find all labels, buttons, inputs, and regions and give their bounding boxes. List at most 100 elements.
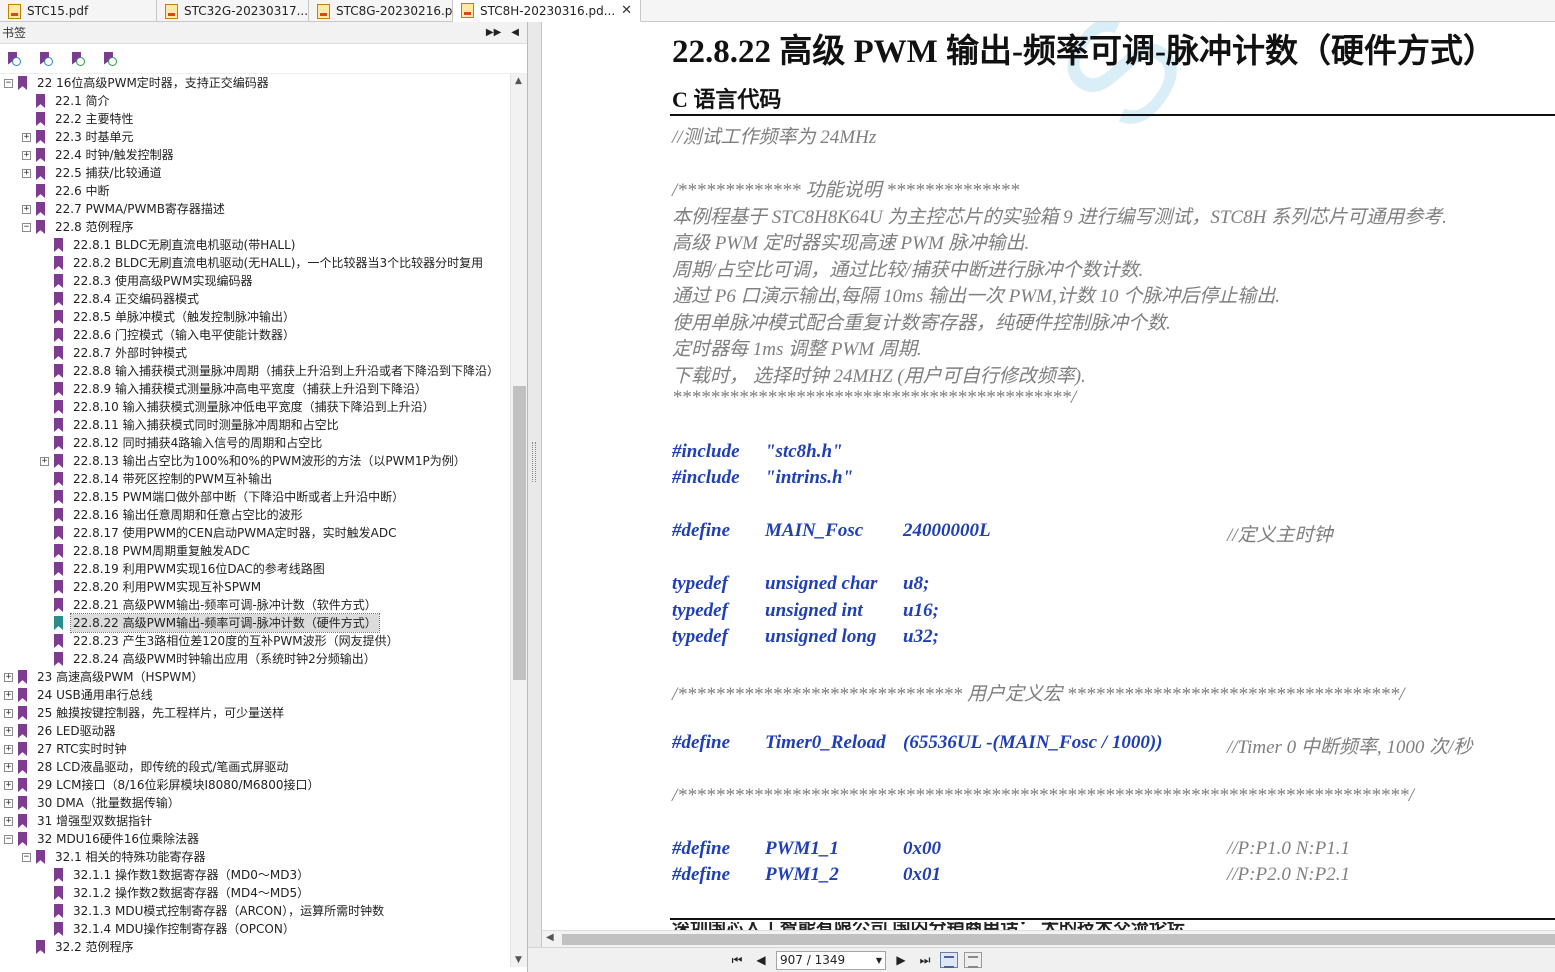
expand-icon[interactable]: + [40,456,49,466]
find-bookmark-icon[interactable] [36,50,54,68]
collapse-icon[interactable]: − [22,852,31,862]
expand-icon[interactable]: + [22,168,31,178]
bookmark-item[interactable]: 22.8.23 产生3路相位差120度的互补PWM波形（网友提供） [40,632,401,650]
chevron-down-icon[interactable]: ▼ [876,956,882,965]
expand-icon[interactable]: + [4,744,13,754]
document-tab-stc8h[interactable]: STC8H-20230316.pd... ✕ [453,0,641,22]
expand-icon[interactable]: + [4,762,13,772]
bookmark-item[interactable]: +23 高速高级PWM（HSPWM） [4,668,206,686]
expand-icon[interactable]: + [22,150,31,160]
collapse-icon[interactable]: − [4,78,13,88]
bookmark-item[interactable]: +28 LCD液晶驱动，即传统的段式/笔画式屏驱动 [4,758,290,776]
bookmark-item[interactable]: 22.2 主要特性 [22,110,136,128]
bookmark-item[interactable]: +22.4 时钟/触发控制器 [22,146,176,164]
bookmark-item[interactable]: +30 DMA（批量数据传输） [4,794,182,812]
bookmarks-scrollbar[interactable]: ▲ ▼ [510,74,527,967]
document-view[interactable]: STC MC 22.8.22 高级 PWM 输出-频率可调-脉冲计数（硬件方式）… [542,22,1555,930]
bookmark-item[interactable]: +31 增强型双数据指针 [4,812,154,830]
continuous-view-icon[interactable] [940,952,958,968]
bookmark-item[interactable]: 22.8.1 BLDC无刷直流电机驱动(带HALL) [40,236,298,254]
add-bookmark-icon[interactable] [68,50,86,68]
bookmark-item[interactable]: +27 RTC实时时钟 [4,740,129,758]
bookmark-item[interactable]: 22.8.11 输入捕获模式同时测量脉冲周期和占空比 [40,416,341,434]
facing-view-icon[interactable] [964,952,982,968]
bookmark-item[interactable]: 22.8.14 带死区控制的PWM互补输出 [40,470,274,488]
expand-icon[interactable]: + [22,204,31,214]
bookmark-item[interactable]: +26 LED驱动器 [4,722,118,740]
bookmark-item[interactable]: 22.8.18 PWM周期重复触发ADC [40,542,252,560]
last-page-button[interactable]: ⏭ [916,951,934,969]
bookmark-item[interactable]: 32.2 范例程序 [22,938,136,956]
bookmark-item[interactable]: 32.1.1 操作数1数据寄存器（MD0～MD3） [40,866,311,884]
bookmark-item[interactable]: +22.3 时基单元 [22,128,136,146]
bookmark-item[interactable]: +22.7 PWMA/PWMB寄存器描述 [22,200,227,218]
scroll-up-icon[interactable]: ▲ [515,76,522,86]
bookmark-item[interactable]: +25 触摸按键控制器，先工程样片，可少量送样 [4,704,286,722]
scrollbar-thumb[interactable] [513,386,526,680]
expand-icon[interactable]: + [4,708,13,718]
bookmark-item[interactable]: 22.8.19 利用PWM实现16位DAC的参考线路图 [40,560,327,578]
bookmark-item[interactable]: 22.8.2 BLDC无刷直流电机驱动(无HALL)，一个比较器当3个比较器分时… [40,254,485,272]
expand-icon[interactable]: + [4,780,13,790]
pane-splitter[interactable] [528,22,542,972]
bookmark-item[interactable]: 32.1.3 MDU模式控制寄存器（ARCON），运算所需时钟数 [40,902,386,920]
bookmark-item[interactable]: 22.8.12 同时捕获4路输入信号的周期和占空比 [40,434,324,452]
bookmark-item[interactable]: +29 LCM接口（8/16位彩屏模块I8080/M6800接口） [4,776,321,794]
bookmark-item[interactable]: 22.8.3 使用高级PWM实现编码器 [40,272,254,290]
bookmark-item[interactable]: 22.8.10 输入捕获模式测量脉冲低电平宽度（捕获下降沿到上升沿） [40,398,437,416]
document-tab-stc15[interactable]: STC15.pdf [0,0,157,22]
document-tab-stc8g[interactable]: STC8G-20230216.p... [309,0,453,22]
expand-icon[interactable]: + [4,798,13,808]
previous-page-button[interactable]: ◀ [752,951,770,969]
bookmark-item[interactable]: 22.8.4 正交编码器模式 [40,290,201,308]
bookmark-item[interactable]: 22.8.20 利用PWM实现互补SPWM [40,578,263,596]
bookmark-item[interactable]: 22.1 简介 [22,92,112,110]
document-tab-stc32g[interactable]: STC32G-20230317.... [157,0,309,22]
bookmark-item[interactable]: 22.8.8 输入捕获模式测量脉冲周期（捕获上升沿到上升沿或者下降沿到下降沿） [40,362,501,380]
bookmark-item[interactable]: 22.6 中断 [22,182,112,200]
scrollbar-thumb[interactable] [562,934,1555,945]
bookmark-item-selected[interactable]: 22.8.22 高级PWM输出-频率可调-脉冲计数（硬件方式） [40,613,380,633]
pin-panel-icon[interactable]: ▶▶ [486,27,501,38]
expand-icon[interactable]: + [4,672,13,682]
bookmark-item[interactable]: 22.8.24 高级PWM时钟输出应用（系统时钟2分频输出） [40,650,378,668]
bookmark-item[interactable]: 22.8.21 高级PWM输出-频率可调-脉冲计数（软件方式） [40,596,379,614]
bookmark-item[interactable]: 22.8.9 输入捕获模式测量脉冲高电平宽度（捕获上升沿到下降沿） [40,380,429,398]
collapse-panel-icon[interactable]: ◀ [511,27,519,38]
bookmark-item[interactable]: − 32.1 相关的特殊功能寄存器 [22,848,208,866]
bookmark-item[interactable]: +22.8.13 输出占空比为100%和0%的PWM波形的方法（以PWM1P为例… [40,452,468,470]
expand-icon[interactable]: + [4,816,13,826]
expand-bookmark-icon[interactable] [4,50,22,68]
collapse-icon[interactable]: − [22,222,31,232]
bookmark-item[interactable]: 22.8.5 单脉冲模式（触发控制脉冲输出） [40,308,297,326]
page-number-field[interactable]: 907 / 1349 ▼ [776,950,886,970]
bookmark-item[interactable]: 22.8.17 使用PWM的CEN启动PWMA定时器，实时触发ADC [40,524,399,542]
scroll-left-icon[interactable]: ◀ [546,932,554,943]
bookmark-item[interactable]: − 32 MDU16硬件16位乘除法器 [4,830,201,848]
bookmark-item[interactable]: +22.5 捕获/比较通道 [22,164,164,182]
bookmark-item[interactable]: 22.8.6 门控模式（输入电平使能计数器） [40,326,297,344]
bookmark-item[interactable]: 22.8.7 外部时钟模式 [40,344,189,362]
expand-icon[interactable]: + [4,690,13,700]
bookmark-item[interactable]: − 22.8 范例程序 [22,218,136,236]
bookmark-label: 22.8.13 输出占空比为100%和0%的PWM波形的方法（以PWM1P为例） [73,454,466,468]
close-tab-icon[interactable]: ✕ [621,3,632,18]
scroll-down-icon[interactable]: ▼ [515,955,522,965]
next-page-button[interactable]: ▶ [892,951,910,969]
bookmark-item[interactable]: 22.8.15 PWM端口做外部中断（下降沿中断或者上升沿中断） [40,488,406,506]
document-horizontal-scrollbar[interactable]: ◀ [542,930,1555,947]
expand-icon[interactable]: + [22,132,31,142]
bookmark-item[interactable]: 32.1.2 操作数2数据寄存器（MD4～MD5） [40,884,311,902]
bookmark-item[interactable]: 32.1.4 MDU操作控制寄存器（OPCON） [40,920,297,938]
bookmark-label: 22.8.3 使用高级PWM实现编码器 [73,274,253,288]
page-footer-text: 深圳国芯人工智能有限公司 国内分销商电话： 大的技术交流论坛 [672,922,1552,930]
collapse-icon[interactable]: − [4,834,13,844]
bookmark-options-icon[interactable] [100,50,118,68]
bookmark-item[interactable]: +24 USB通用串行总线 [4,686,155,704]
bookmark-item[interactable]: − 22 16位高级PWM定时器，支持正交编码器 [4,74,271,92]
expand-icon[interactable]: + [4,726,13,736]
first-page-button[interactable]: ⏮ [728,951,746,969]
bookmark-item[interactable]: 22.8.16 输出任意周期和任意占空比的波形 [40,506,305,524]
